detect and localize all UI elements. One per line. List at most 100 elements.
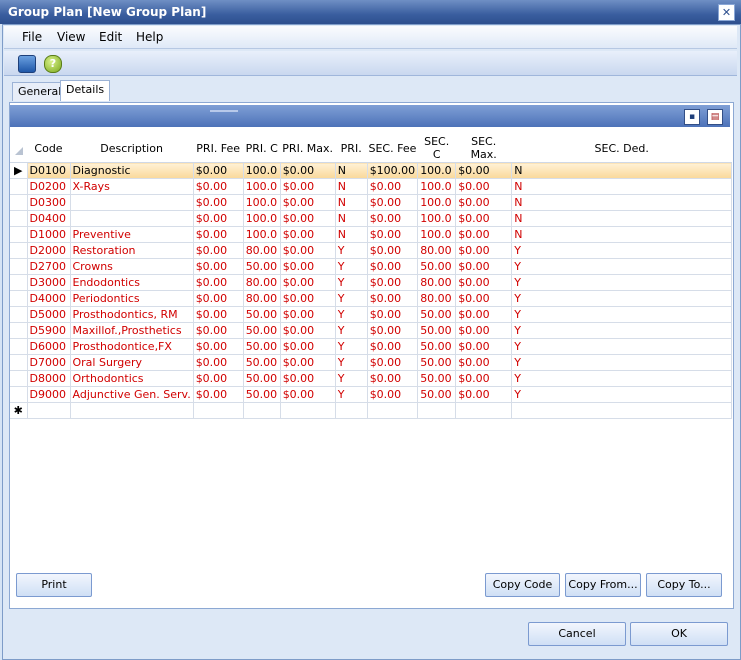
cell-sec-ded[interactable]: N (511, 178, 733, 195)
cell-sec-max[interactable]: $0.00 (455, 322, 513, 339)
cell-sec-max[interactable]: $0.00 (455, 162, 513, 179)
col-header-code[interactable]: Code (27, 134, 70, 163)
cell-pri-fee[interactable]: $0.00 (193, 162, 244, 179)
cell-code[interactable]: D2000 (27, 242, 71, 259)
menu-help[interactable]: Help (136, 30, 163, 44)
cell-pri[interactable]: N (335, 162, 368, 179)
cell-sec-ded[interactable]: N (511, 162, 733, 179)
table-row[interactable]: D3000 Endodontics $0.00 80.00 $0.00 Y $0.00 80.… (10, 274, 733, 291)
cell-pri-fee[interactable]: $0.00 (193, 210, 244, 227)
cell-description[interactable]: Preventive (70, 226, 194, 243)
cell-sec-max[interactable]: $0.00 (455, 210, 513, 227)
cell-sec-c[interactable]: 100.0 (417, 210, 457, 227)
cell-pri-fee[interactable]: $0.00 (193, 242, 244, 259)
cell-sec-max[interactable]: $0.00 (455, 370, 513, 387)
menu-file[interactable]: File (22, 30, 42, 44)
copy-to-button[interactable]: Copy To... (646, 573, 722, 597)
cell-sec-ded[interactable]: N (511, 210, 733, 227)
cell-code[interactable]: D4000 (27, 290, 71, 307)
cell-sec-c[interactable]: 100.0 (417, 194, 457, 211)
table-row[interactable]: D9000 Adjunctive Gen. Serv. $0.00 50.00 $0.0… (10, 386, 733, 403)
cell-pri-c[interactable]: 50.00 (243, 386, 281, 403)
cell-sec-fee[interactable]: $0.00 (367, 306, 419, 323)
cell-pri-fee[interactable]: $0.00 (193, 386, 244, 403)
cell-pri-max[interactable]: $0.00 (280, 242, 336, 259)
cell-sec-max[interactable]: $0.00 (455, 338, 513, 355)
cell-description[interactable] (70, 194, 194, 211)
cell-code[interactable]: D6000 (27, 338, 71, 355)
table-row[interactable]: D2700 Crowns $0.00 50.00 $0.00 Y $0.00 50.00 $0.… (10, 258, 733, 275)
cell-sec-c[interactable]: 80.00 (417, 290, 457, 307)
cell-pri[interactable]: Y (335, 274, 368, 291)
cell-code[interactable]: D0100 (27, 162, 71, 179)
col-header-sec-c[interactable]: SEC. C (417, 134, 456, 163)
cell-pri[interactable]: Y (335, 306, 368, 323)
cell-code[interactable]: D9000 (27, 386, 71, 403)
cell-sec-c[interactable]: 80.00 (417, 274, 457, 291)
tab-details[interactable]: Details (60, 80, 111, 101)
cell-sec-max[interactable]: $0.00 (455, 306, 513, 323)
cell-sec-c[interactable]: 50.00 (417, 354, 457, 371)
col-header-sec-max[interactable]: SEC. Max. (455, 134, 512, 163)
cell-pri-c[interactable]: 50.00 (243, 306, 281, 323)
cell-sec-max[interactable]: $0.00 (455, 178, 513, 195)
cell-code[interactable]: D5000 (27, 306, 71, 323)
cell-pri-fee[interactable]: $0.00 (193, 178, 244, 195)
cell-description[interactable]: Periodontics (70, 290, 194, 307)
cell-sec-max[interactable]: $0.00 (455, 242, 513, 259)
new-row-cell[interactable] (243, 402, 281, 419)
cell-pri-c[interactable]: 100.0 (243, 226, 281, 243)
cell-pri-c[interactable]: 100.0 (243, 178, 281, 195)
cell-sec-fee[interactable]: $0.00 (367, 386, 419, 403)
copy-from-button[interactable]: Copy From... (565, 573, 641, 597)
cell-pri-fee[interactable]: $0.00 (193, 306, 244, 323)
cell-sec-max[interactable]: $0.00 (455, 258, 513, 275)
menu-edit[interactable]: Edit (99, 30, 122, 44)
cell-sec-fee[interactable]: $0.00 (367, 290, 419, 307)
cell-pri-max[interactable]: $0.00 (280, 370, 336, 387)
row-header[interactable] (10, 226, 28, 243)
cell-sec-ded[interactable]: Y (511, 290, 733, 307)
cell-pri-c[interactable]: 50.00 (243, 370, 281, 387)
cell-pri[interactable]: Y (335, 242, 368, 259)
cell-code[interactable]: D7000 (27, 354, 71, 371)
cell-description[interactable]: X-Rays (70, 178, 194, 195)
cell-pri-fee[interactable]: $0.00 (193, 274, 244, 291)
cell-pri-fee[interactable]: $0.00 (193, 290, 244, 307)
copy-code-button[interactable]: Copy Code (485, 573, 560, 597)
cell-pri-max[interactable]: $0.00 (280, 258, 336, 275)
export-icon[interactable]: ▤ (707, 109, 723, 125)
row-header[interactable] (10, 258, 28, 275)
col-header-description[interactable]: Description (70, 134, 194, 163)
cell-sec-fee[interactable]: $0.00 (367, 178, 419, 195)
menu-view[interactable]: View (57, 30, 85, 44)
cell-sec-max[interactable]: $0.00 (455, 354, 513, 371)
cell-description[interactable]: Prosthodontics, RM (70, 306, 194, 323)
cell-description[interactable]: Orthodontics (70, 370, 194, 387)
cell-sec-fee[interactable]: $0.00 (367, 322, 419, 339)
row-header[interactable] (10, 210, 28, 227)
cell-pri[interactable]: N (335, 194, 368, 211)
cell-pri-max[interactable]: $0.00 (280, 194, 336, 211)
help-icon[interactable]: ? (44, 55, 62, 73)
table-row[interactable]: D2000 Restoration $0.00 80.00 $0.00 Y $0.00 80.… (10, 242, 733, 259)
cell-sec-c[interactable]: 100.0 (417, 178, 457, 195)
cell-pri-fee[interactable]: $0.00 (193, 194, 244, 211)
cell-description[interactable]: Diagnostic (70, 162, 194, 179)
cell-sec-ded[interactable]: Y (511, 386, 733, 403)
cell-pri-fee[interactable]: $0.00 (193, 354, 244, 371)
cell-pri-max[interactable]: $0.00 (280, 178, 336, 195)
cell-code[interactable]: D0300 (27, 194, 71, 211)
cell-pri-c[interactable]: 50.00 (243, 338, 281, 355)
drag-grip[interactable] (210, 110, 238, 112)
select-all-corner[interactable] (10, 134, 27, 163)
cell-sec-fee[interactable]: $0.00 (367, 210, 419, 227)
row-header[interactable] (10, 242, 28, 259)
new-row-cell[interactable] (511, 402, 733, 419)
new-row-cell[interactable] (27, 402, 71, 419)
new-row-cell[interactable] (367, 402, 419, 419)
cell-pri-fee[interactable]: $0.00 (193, 338, 244, 355)
cell-description[interactable]: Adjunctive Gen. Serv. (70, 386, 194, 403)
table-row[interactable]: D0400 $0.00 100.0 $0.00 N $0.00 100.0 $0.00 N (10, 210, 733, 227)
cell-pri-c[interactable]: 80.00 (243, 290, 281, 307)
